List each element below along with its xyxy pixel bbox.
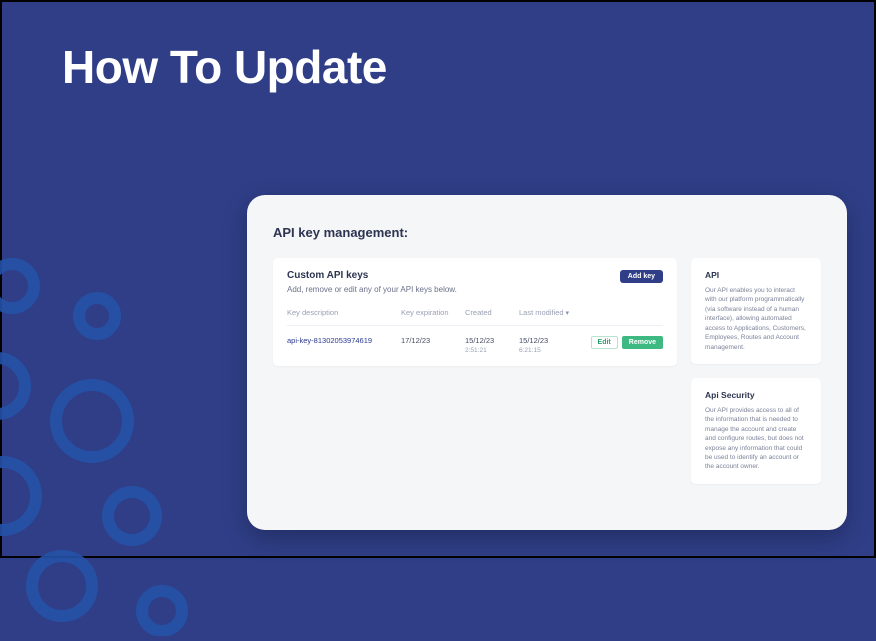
decorative-circles [0,216,262,636]
table-row: api-key-81302053974619 17/12/23 15/12/23… [287,326,663,354]
info-title: API [705,270,807,280]
key-created: 15/12/23 2:51:21 [465,336,515,354]
api-info-card: API Our API enables you to interact with… [691,258,821,364]
custom-api-keys-card: Custom API keys Add, remove or edit any … [273,258,677,366]
col-created: Created [465,308,515,317]
api-security-card: Api Security Our API provides access to … [691,378,821,484]
info-title: Api Security [705,390,807,400]
key-modified: 15/12/23 6:21:15 [519,336,579,354]
api-key-management-panel: API key management: Custom API keys Add,… [247,195,847,530]
panel-heading: API key management: [273,225,821,240]
api-keys-table: Key description Key expiration Created L… [287,308,663,354]
table-header: Key description Key expiration Created L… [287,308,663,326]
key-description[interactable]: api-key-81302053974619 [287,336,397,345]
col-last-modified[interactable]: Last modified [519,308,579,317]
edit-button[interactable]: Edit [591,336,618,349]
add-key-button[interactable]: Add key [620,270,663,283]
key-expiration: 17/12/23 [401,336,461,345]
remove-button[interactable]: Remove [622,336,663,349]
info-text: Our API enables you to interact with our… [705,286,807,352]
card-title: Custom API keys [287,270,457,281]
slide-title: How To Update [62,40,387,94]
col-description: Key description [287,308,397,317]
card-subtitle: Add, remove or edit any of your API keys… [287,285,457,294]
col-expiration: Key expiration [401,308,461,317]
info-text: Our API provides access to all of the in… [705,406,807,472]
